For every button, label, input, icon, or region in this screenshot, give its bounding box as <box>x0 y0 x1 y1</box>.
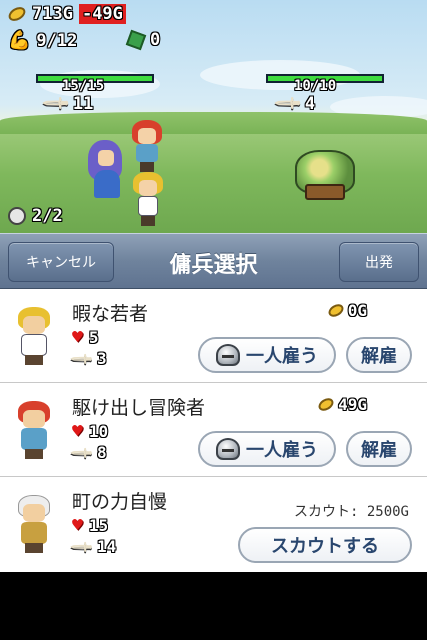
helmet-icon <box>216 344 240 366</box>
hire-one-button[interactable]: 一人雇う <box>198 337 336 373</box>
treeline <box>0 112 427 134</box>
mercenary-name: 駆け出し冒険者 <box>72 397 206 419</box>
ally-hp-text: 15/15 <box>62 78 105 94</box>
heart-icon: ♥ <box>72 421 83 442</box>
ally-attack: 🗡 11 <box>40 88 94 119</box>
price-value: 0G <box>347 301 367 320</box>
arm-icon: 💪 <box>8 30 31 51</box>
scout-button[interactable]: スカウトする <box>238 527 412 563</box>
attack-value: 8 <box>97 443 107 462</box>
coin-icon <box>316 395 336 414</box>
coin-icon <box>326 301 346 320</box>
gem-display: 0 <box>125 29 161 51</box>
attack-value: 14 <box>97 537 117 556</box>
heart-icon: ♥ <box>72 327 83 348</box>
party-display: 💪 9/12 <box>8 30 77 51</box>
sword-icon: 🗡 <box>68 439 95 466</box>
mercenary-portrait <box>14 307 54 367</box>
hire-price: 0G <box>326 301 367 320</box>
ally-mage <box>88 140 124 200</box>
kill-counter: 2/2 <box>8 206 63 226</box>
list-item: 町の力自慢 スカウト: 2500G ♥ 15 🗡 14 スカウトする <box>0 477 427 571</box>
ally-blonde <box>132 172 164 228</box>
hp-stat: ♥ 5 <box>72 327 98 348</box>
depart-button[interactable]: 出発 <box>339 242 419 282</box>
helmet-icon <box>216 438 240 460</box>
game-screen: 713G -49G 💪 9/12 0 15/15 🗡 11 10/10 🗡 4 <box>0 0 427 640</box>
list-item: 駆け出し冒険者 49G ♥ 10 🗡 8 一人雇う 解雇 <box>0 383 427 477</box>
hire-one-label: 一人雇う <box>246 346 318 367</box>
hire-price: 49G <box>316 395 367 414</box>
sword-icon: 🗡 <box>68 345 95 372</box>
dismiss-button[interactable]: 解雇 <box>346 431 412 467</box>
enemy-attack-value: 4 <box>304 93 316 114</box>
attack-stat: 🗡 8 <box>68 439 107 465</box>
gem-count: 0 <box>150 30 161 50</box>
hire-one-label: 一人雇う <box>246 440 318 461</box>
battle-scene: 713G -49G 💪 9/12 0 15/15 🗡 11 10/10 🗡 4 <box>0 0 427 233</box>
gem-icon <box>125 29 147 51</box>
heart-icon: ♥ <box>72 515 83 536</box>
dismiss-button[interactable]: 解雇 <box>346 337 412 373</box>
hp-stat: ♥ 15 <box>72 515 108 536</box>
attack-value: 3 <box>97 349 107 368</box>
enemy-slime-monster <box>295 150 355 200</box>
coin-icon <box>6 4 28 24</box>
attack-stat: 🗡 3 <box>68 345 107 371</box>
nav-bar: キャンセル 傭兵選択 出発 <box>0 233 427 289</box>
enemy-attack: 🗡 4 <box>272 88 316 119</box>
enemy-hp-text: 10/10 <box>294 78 337 94</box>
mercenary-portrait <box>14 495 54 555</box>
attack-stat: 🗡 14 <box>68 533 117 559</box>
hp-stat: ♥ 10 <box>72 421 108 442</box>
gold-amount: 713G <box>32 4 73 24</box>
hp-value: 10 <box>88 422 109 441</box>
hire-one-button[interactable]: 一人雇う <box>198 431 336 467</box>
mercenary-name: 暇な若者 <box>72 303 149 325</box>
gold-display: 713G -49G <box>6 4 126 24</box>
party-count: 9/12 <box>36 30 78 51</box>
gold-delta: -49G <box>78 4 126 24</box>
ally-attack-value: 11 <box>72 93 94 114</box>
mercenary-list: 暇な若者 0G ♥ 5 🗡 3 一人雇う 解雇 駆け出し冒険者 49G ♥ 10… <box>0 289 427 572</box>
scout-cost: スカウト: 2500G <box>293 504 409 520</box>
list-item: 暇な若者 0G ♥ 5 🗡 3 一人雇う 解雇 <box>0 289 427 383</box>
price-value: 49G <box>338 395 367 414</box>
hp-value: 5 <box>88 328 99 347</box>
hp-value: 15 <box>88 516 109 535</box>
bottom-area <box>0 572 427 640</box>
ally-redhead <box>130 120 164 172</box>
skull-icon <box>8 207 26 225</box>
kill-count: 2/2 <box>32 206 63 226</box>
sword-icon: 🗡 <box>68 533 95 560</box>
mercenary-portrait <box>14 401 54 461</box>
mercenary-name: 町の力自慢 <box>72 491 168 513</box>
